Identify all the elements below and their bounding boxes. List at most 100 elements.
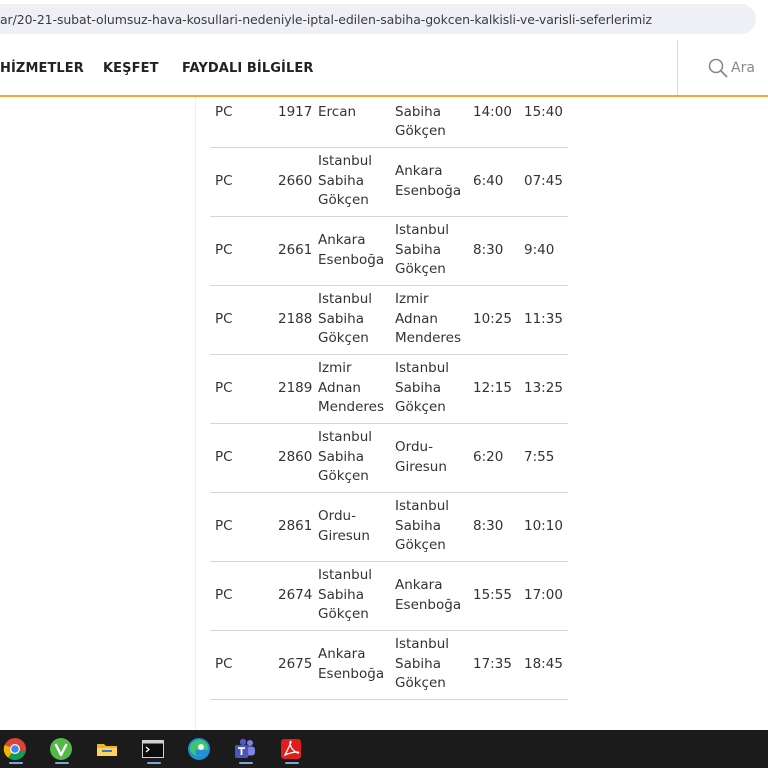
taskbar-file-explorer[interactable] [92, 734, 122, 764]
arrival-airport: Istanbul Sabiha Gökçen [395, 359, 475, 418]
departure-airport-line: Esenboğa [318, 251, 385, 268]
arrival-time: 13:25 [524, 380, 563, 396]
arrival-airport-line: Ankara [395, 577, 443, 593]
arrival-airport-line: Ordu- [395, 439, 433, 455]
arrival-airport-line: Gökçen [395, 399, 446, 415]
departure-airport: Istanbul Sabiha Gökçen [318, 152, 398, 211]
airline-code: PC [215, 518, 233, 534]
arrival-airport: Ankara Esenboğa [395, 576, 475, 615]
departure-airport-line: Gökçen [318, 192, 369, 208]
arrival-airport-line: Gökçen [395, 123, 446, 139]
arrival-time: 7:55 [524, 449, 555, 465]
taskbar-acrobat[interactable] [276, 734, 306, 764]
flight-table: PC 1917 Ercan Istanbul Sabiha Gökçen 14:00 15:4… [210, 0, 568, 730]
flight-row: PC 2674 Istanbul Sabiha Gökçen Ankara Esenboğa… [210, 561, 568, 631]
flight-number: 2188 [278, 311, 313, 327]
arrival-time: 11:35 [524, 311, 563, 327]
arrival-airport-line: Izmir [395, 291, 429, 307]
teams-icon [235, 738, 255, 758]
departure-airport-line: Esenboğa [318, 665, 385, 682]
departure-airport: Ankara Esenboğa [318, 645, 398, 684]
departure-airport-line: Ercan [318, 104, 357, 120]
arrival-airport-line: Istanbul [395, 498, 450, 514]
departure-time: 15:55 [473, 587, 512, 603]
airline-code: PC [215, 449, 233, 465]
site-navigation: HİZMETLER KEŞFET FAYDALI BİLGİLER Ara [0, 40, 768, 97]
departure-time: 12:15 [473, 380, 512, 396]
flight-row: PC 2861 Ordu- Giresun Istanbul Sabiha Gökçen 8:… [210, 492, 568, 562]
edge-icon [188, 738, 210, 760]
flight-number: 2661 [278, 242, 313, 258]
arrival-airport-line: Esenboğa [395, 596, 462, 613]
departure-airport-line: Izmir [318, 360, 352, 376]
flight-number: 1917 [278, 104, 313, 120]
airline-code: PC [215, 173, 233, 189]
terminal-icon [142, 740, 164, 758]
arrival-airport-line: Sabiha [395, 103, 441, 120]
departure-airport-line: Sabiha [318, 448, 364, 465]
search-icon [708, 58, 728, 78]
arrival-airport-line: Sabiha [395, 517, 441, 534]
departure-airport-line: Gökçen [318, 606, 369, 622]
departure-airport: Istanbul Sabiha Gökçen [318, 566, 398, 625]
departure-airport-line: Gökçen [318, 468, 369, 484]
flight-row: PC 2860 Istanbul Sabiha Gökçen Ordu- Giresun 6:… [210, 423, 568, 493]
arrival-time: 15:40 [524, 104, 563, 120]
taskbar-teams[interactable] [230, 734, 260, 764]
departure-airport-line: Istanbul [318, 567, 373, 583]
chrome-icon [3, 738, 26, 760]
nav-item-faydali-bilgiler[interactable]: FAYDALI BİLGİLER [182, 61, 313, 76]
departure-airport-line: Gökçen [318, 330, 369, 346]
departure-airport-line: Istanbul [318, 291, 373, 307]
departure-time: 14:00 [473, 104, 512, 120]
departure-airport-line: Ankara [318, 232, 366, 248]
taskbar-veeam[interactable] [46, 734, 76, 764]
flight-number: 2675 [278, 656, 313, 672]
arrival-airport-line: Istanbul [395, 222, 450, 238]
taskbar-chrome[interactable] [0, 734, 30, 764]
arrival-time: 07:45 [524, 173, 563, 189]
flight-row: PC 2661 Ankara Esenboğa Istanbul Sabiha Gökçen… [210, 216, 568, 286]
url-text: ar/20-21-subat-olumsuz-hava-kosullari-ne… [0, 12, 652, 27]
taskbar-edge[interactable] [184, 734, 214, 764]
airline-code: PC [215, 587, 233, 603]
departure-airport-line: Ankara [318, 646, 366, 662]
arrival-airport: Ordu- Giresun [395, 438, 475, 477]
departure-time: 10:25 [473, 311, 512, 327]
search-button[interactable]: Ara [677, 40, 768, 95]
flight-number: 2861 [278, 518, 313, 534]
departure-airport-line: Giresun [318, 527, 370, 544]
acrobat-icon [281, 739, 301, 759]
departure-airport-line: Sabiha [318, 172, 364, 189]
arrival-airport: Ankara Esenboğa [395, 162, 475, 201]
departure-airport: Istanbul Sabiha Gökçen [318, 428, 398, 487]
address-field[interactable]: ar/20-21-subat-olumsuz-hava-kosullari-ne… [0, 4, 756, 34]
taskbar-terminal[interactable] [138, 734, 168, 764]
arrival-airport: Istanbul Sabiha Gökçen [395, 635, 475, 694]
nav-item-hizmetler[interactable]: HİZMETLER [0, 61, 84, 76]
arrival-airport-line: Sabiha [395, 241, 441, 258]
departure-airport: Ordu- Giresun [318, 507, 398, 546]
flight-number: 2660 [278, 173, 313, 189]
departure-airport-line: Sabiha [318, 586, 364, 603]
arrival-airport-line: Gökçen [395, 675, 446, 691]
search-label: Ara [731, 60, 755, 76]
arrival-time: 10:10 [524, 518, 563, 534]
departure-time: 8:30 [473, 518, 504, 534]
airline-code: PC [215, 104, 233, 120]
departure-airport-line: Istanbul [318, 429, 373, 445]
arrival-time: 9:40 [524, 242, 555, 258]
flight-row: PC 2660 Istanbul Sabiha Gökçen Ankara Esenboğa… [210, 147, 568, 217]
departure-airport: Ankara Esenboğa [318, 231, 398, 270]
airline-code: PC [215, 242, 233, 258]
departure-airport: Izmir Adnan Menderes [318, 359, 398, 418]
nav-item-kesfet[interactable]: KEŞFET [103, 61, 159, 76]
departure-time: 8:30 [473, 242, 504, 258]
arrival-time: 18:45 [524, 656, 563, 672]
arrival-airport-line: Gökçen [395, 261, 446, 277]
arrival-airport-line: Gökçen [395, 537, 446, 553]
content-divider [195, 97, 196, 730]
arrival-airport-line: Sabiha [395, 379, 441, 396]
departure-airport-line: Istanbul [318, 153, 373, 169]
airline-code: PC [215, 380, 233, 396]
